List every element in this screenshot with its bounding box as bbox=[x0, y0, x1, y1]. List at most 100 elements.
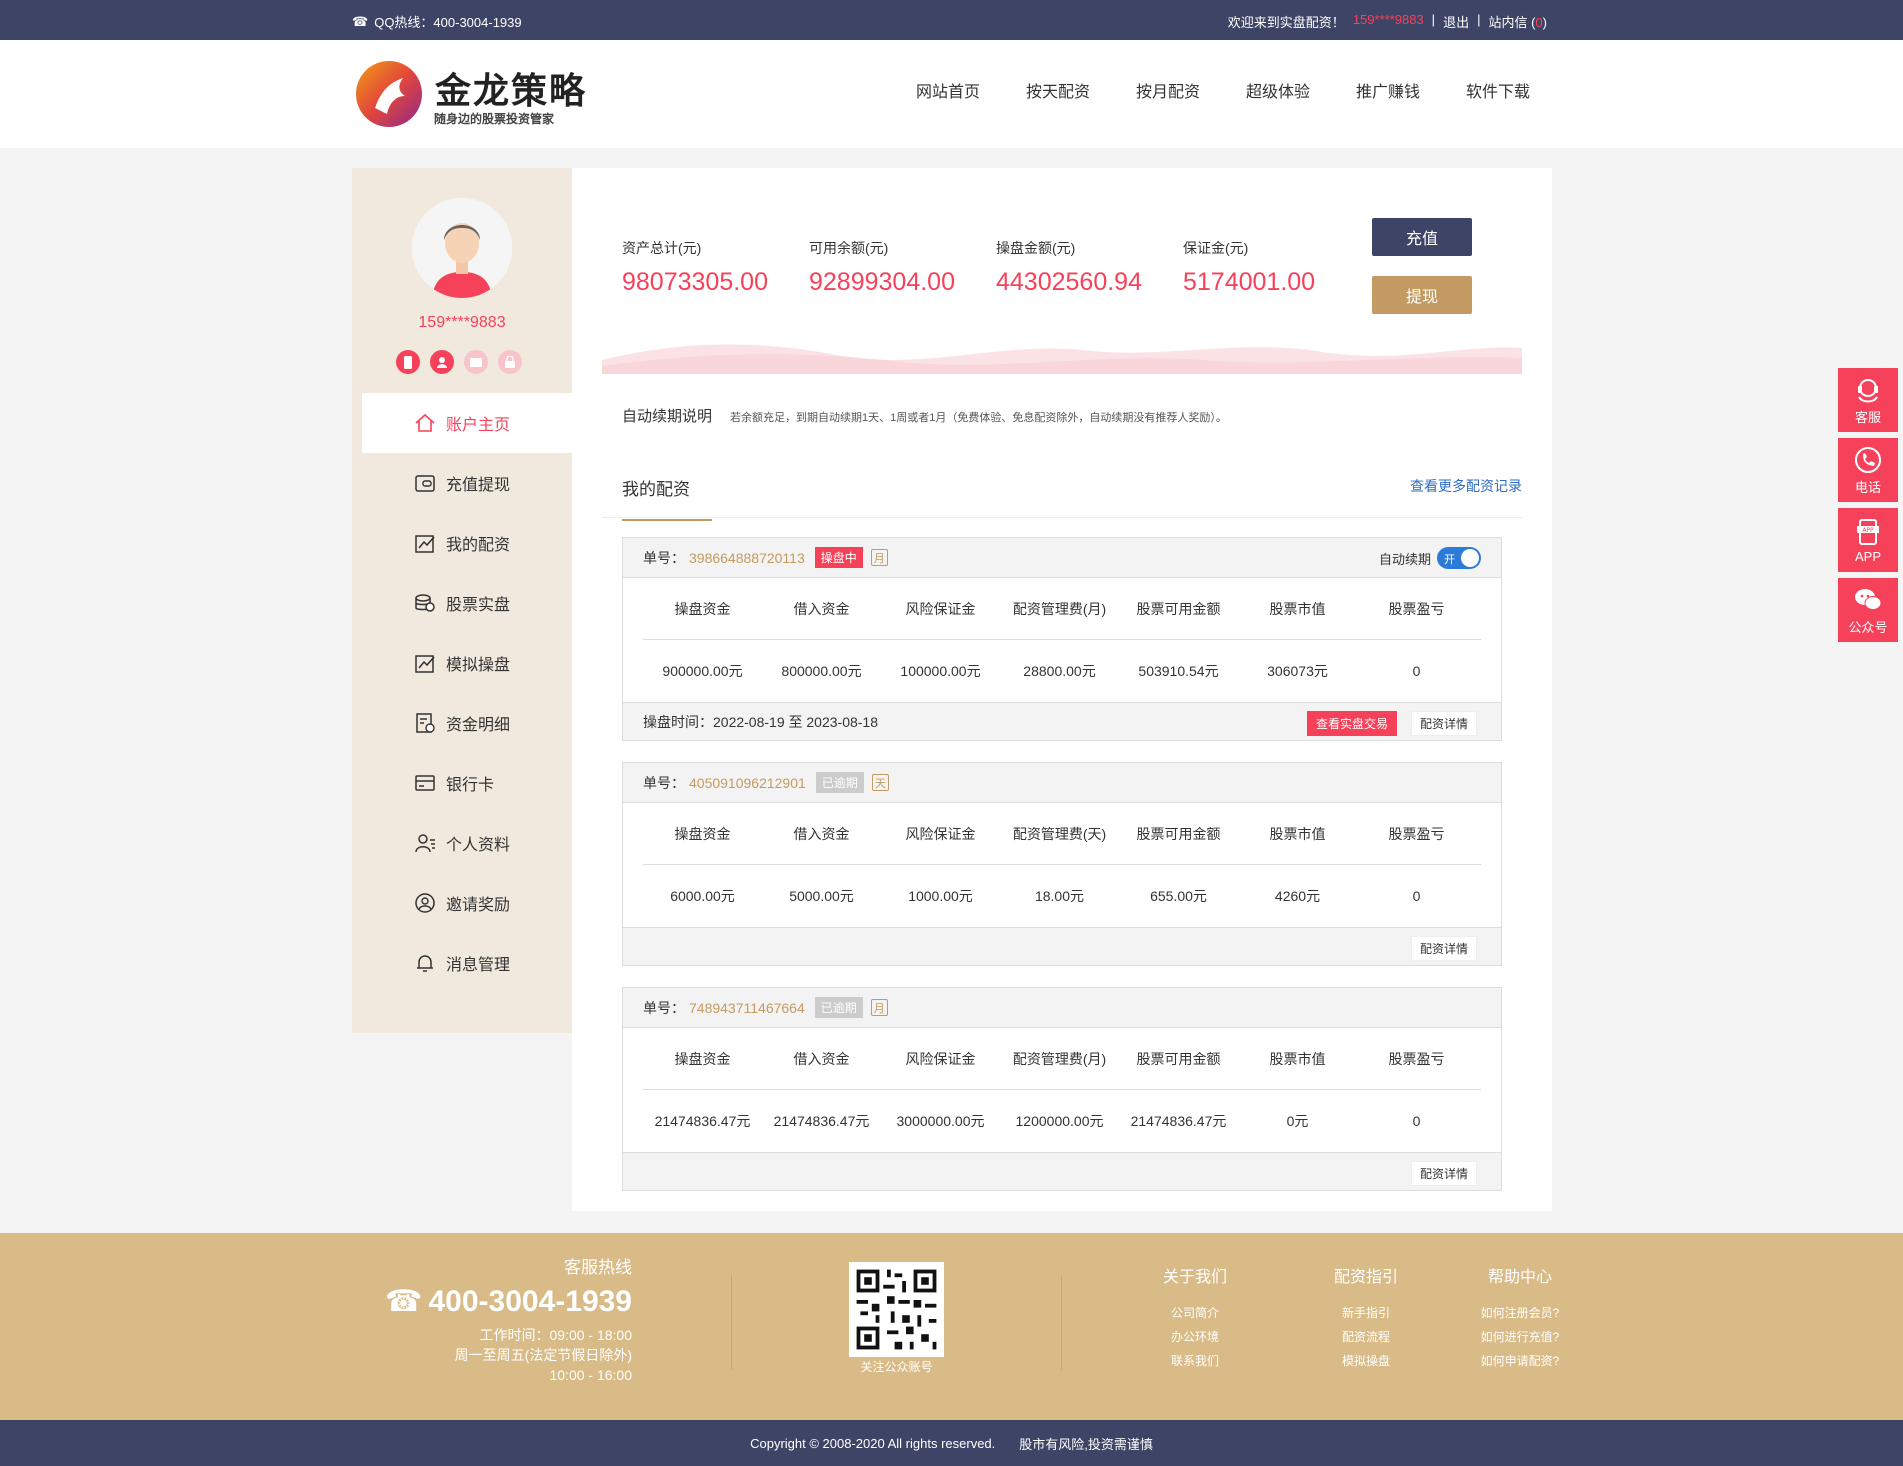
recharge-button[interactable]: 充值 bbox=[1372, 218, 1472, 256]
ledger-icon bbox=[416, 713, 435, 733]
sidebar-item-my-financing[interactable]: 我的配资 bbox=[362, 513, 572, 573]
top-bar: ☎ QQ热线：400-3004-1939 欢迎来到实盘配资！ 159****98… bbox=[0, 0, 1903, 40]
footer-link[interactable]: 新手指引 bbox=[1316, 1301, 1416, 1325]
detail-button[interactable]: 配资详情 bbox=[1410, 1161, 1477, 1186]
auto-renew-switch[interactable]: 开 bbox=[1437, 547, 1481, 569]
table-cell: 5000.00元 bbox=[789, 888, 854, 904]
top-username[interactable]: 159****9883 bbox=[1353, 12, 1424, 31]
footer: 客服热线 ☎ 400-3004-1939 工作时间：09:00 - 18:00 周… bbox=[0, 1233, 1903, 1420]
float-phone[interactable]: 电话 bbox=[1838, 438, 1898, 502]
period-unit-badge: 月 bbox=[870, 549, 888, 566]
sidebar-item-label: 消息管理 bbox=[446, 957, 511, 974]
table-cell: 800000.00元 bbox=[781, 663, 862, 679]
verification-badges bbox=[396, 350, 522, 374]
float-app[interactable]: APP APP bbox=[1838, 508, 1898, 572]
separator: | bbox=[1477, 12, 1481, 27]
withdraw-button[interactable]: 提现 bbox=[1372, 276, 1472, 314]
avatar[interactable] bbox=[412, 198, 512, 298]
detail-button[interactable]: 配资详情 bbox=[1410, 711, 1477, 736]
more-records-link[interactable]: 查看更多配资记录 bbox=[1410, 476, 1522, 496]
chart-up-icon bbox=[415, 655, 435, 673]
sidebar-item-label: 账户主页 bbox=[446, 417, 511, 434]
my-financing-header: 我的配资 查看更多配资记录 bbox=[602, 460, 1522, 521]
phone-verified-icon[interactable] bbox=[396, 350, 420, 374]
sidebar-item-account-home[interactable]: 账户主页 bbox=[362, 393, 572, 453]
footer-hotline: 客服热线 ☎ 400-3004-1939 工作时间：09:00 - 18:00 周… bbox=[385, 1253, 632, 1385]
status-badge: 已逾期 bbox=[814, 997, 863, 1018]
table-cell: 100000.00元 bbox=[900, 663, 981, 679]
footer-link[interactable]: 联系我们 bbox=[1145, 1349, 1245, 1373]
table-cell: 1000.00元 bbox=[908, 888, 973, 904]
sidebar-item-label: 股票实盘 bbox=[446, 597, 511, 614]
footer-link[interactable]: 公司简介 bbox=[1145, 1301, 1245, 1325]
table-cell: 3000000.00元 bbox=[896, 1113, 985, 1129]
switch-knob bbox=[1461, 549, 1479, 567]
order-label: 单号： bbox=[643, 774, 685, 791]
detail-button[interactable]: 配资详情 bbox=[1410, 936, 1477, 961]
table-cell: 18.00元 bbox=[1034, 888, 1085, 904]
table-header: 操盘资金 bbox=[674, 600, 731, 617]
sidebar-item-label: 邀请奖励 bbox=[446, 897, 511, 914]
footer-link[interactable]: 如何申请配资? bbox=[1470, 1349, 1570, 1373]
sidebar-item-stock-real[interactable]: 股票实盘 bbox=[362, 573, 572, 633]
table-row: 21474836.47元 21474836.47元 3000000.00元 12… bbox=[643, 1090, 1481, 1152]
auto-renew-title: 自动续期说明 bbox=[622, 408, 713, 425]
main-nav: 网站首页 按天配资 按月配资 超级体验 推广赚钱 软件下载 bbox=[893, 78, 1553, 102]
nav-item-daily[interactable]: 按天配资 bbox=[1003, 78, 1113, 102]
invite-user-icon bbox=[415, 893, 435, 913]
card-footer: 操盘时间：2022-08-19 至 2023-08-18 查看实盘交易 配资详情 bbox=[623, 702, 1501, 740]
decorative-wave bbox=[602, 344, 1522, 374]
table-cell: 306073元 bbox=[1267, 663, 1328, 679]
status-badge: 已逾期 bbox=[815, 772, 864, 793]
work-hours: 工作时间：09:00 - 18:00 bbox=[479, 1327, 632, 1343]
sidebar-item-bank-card[interactable]: 银行卡 bbox=[362, 753, 572, 813]
sidebar-item-messages[interactable]: 消息管理 bbox=[362, 933, 572, 993]
stat-label: 资产总计(元) bbox=[622, 240, 702, 256]
table-row: 900000.00元 800000.00元 100000.00元 28800.0… bbox=[643, 640, 1481, 702]
nav-item-monthly[interactable]: 按月配资 bbox=[1113, 78, 1223, 102]
home-icon bbox=[415, 413, 435, 432]
footer-link[interactable]: 如何注册会员? bbox=[1470, 1301, 1570, 1325]
nav-item-promote[interactable]: 推广赚钱 bbox=[1333, 78, 1443, 102]
footer-link[interactable]: 配资流程 bbox=[1316, 1325, 1416, 1349]
footer-link[interactable]: 办公环境 bbox=[1145, 1325, 1245, 1349]
table-header-row: 操盘资金 借入资金 风险保证金 配资管理费(月) 股票可用金额 股票市值 股票盈… bbox=[643, 1028, 1481, 1090]
logout-link[interactable]: 退出 bbox=[1443, 12, 1469, 31]
table-header: 股票可用金额 bbox=[1136, 600, 1221, 617]
auto-renew-note: 若余额充足，到期自动续期1天、1周或者1月（免费体验、免息配资除外，自动续期没有… bbox=[730, 412, 1227, 424]
table-header: 操盘资金 bbox=[674, 1050, 731, 1067]
sidebar-item-fund-details[interactable]: 资金明细 bbox=[362, 693, 572, 753]
sidebar-item-simulate[interactable]: 模拟操盘 bbox=[362, 633, 572, 693]
lock-icon[interactable] bbox=[498, 350, 522, 374]
table-header: 配资管理费(月) bbox=[1012, 1050, 1107, 1067]
user-avatar-icon bbox=[412, 198, 512, 298]
auto-renew-label: 自动续期 bbox=[1378, 551, 1431, 567]
float-wechat[interactable]: 公众号 bbox=[1838, 578, 1898, 642]
float-customer-service[interactable]: 客服 bbox=[1838, 368, 1898, 432]
sidebar-item-profile[interactable]: 个人资料 bbox=[362, 813, 572, 873]
footer-link[interactable]: 如何进行充值? bbox=[1470, 1325, 1570, 1349]
trading-period: 操盘时间：2022-08-19 至 2023-08-18 bbox=[643, 713, 879, 730]
inbox-label: 站内信 ( bbox=[1488, 15, 1536, 30]
inbox-link[interactable]: 站内信 (0) bbox=[1488, 12, 1547, 31]
welcome-text: 欢迎来到实盘配资！ bbox=[1227, 15, 1345, 30]
sidebar-item-invite[interactable]: 邀请奖励 bbox=[362, 873, 572, 933]
footer-link[interactable]: 模拟操盘 bbox=[1316, 1349, 1416, 1373]
nav-item-download[interactable]: 软件下载 bbox=[1443, 78, 1553, 102]
inbox-suffix: ) bbox=[1542, 15, 1547, 30]
float-label: 公众号 bbox=[1848, 619, 1888, 635]
top-user-area: 欢迎来到实盘配资！ 159****9883 | 退出 | 站内信 (0) bbox=[1228, 12, 1547, 31]
qr-label: 关注公众账号 bbox=[860, 1360, 933, 1374]
nav-item-home[interactable]: 网站首页 bbox=[893, 78, 1003, 102]
card-actions: 配资详情 bbox=[1410, 1161, 1477, 1186]
bank-card-icon[interactable] bbox=[464, 350, 488, 374]
order-label: 单号： bbox=[643, 999, 685, 1016]
identity-verified-icon[interactable] bbox=[430, 350, 454, 374]
hotline: ☎ QQ热线：400-3004-1939 bbox=[352, 12, 522, 31]
sidebar-item-label: 充值提现 bbox=[446, 477, 511, 494]
view-trade-button[interactable]: 查看实盘交易 bbox=[1306, 711, 1397, 736]
stat-total-assets: 资产总计(元) 98073305.00 bbox=[622, 238, 768, 297]
sidebar-item-label: 个人资料 bbox=[446, 837, 511, 854]
nav-item-trial[interactable]: 超级体验 bbox=[1223, 78, 1333, 102]
sidebar-item-recharge[interactable]: 充值提现 bbox=[362, 453, 572, 513]
